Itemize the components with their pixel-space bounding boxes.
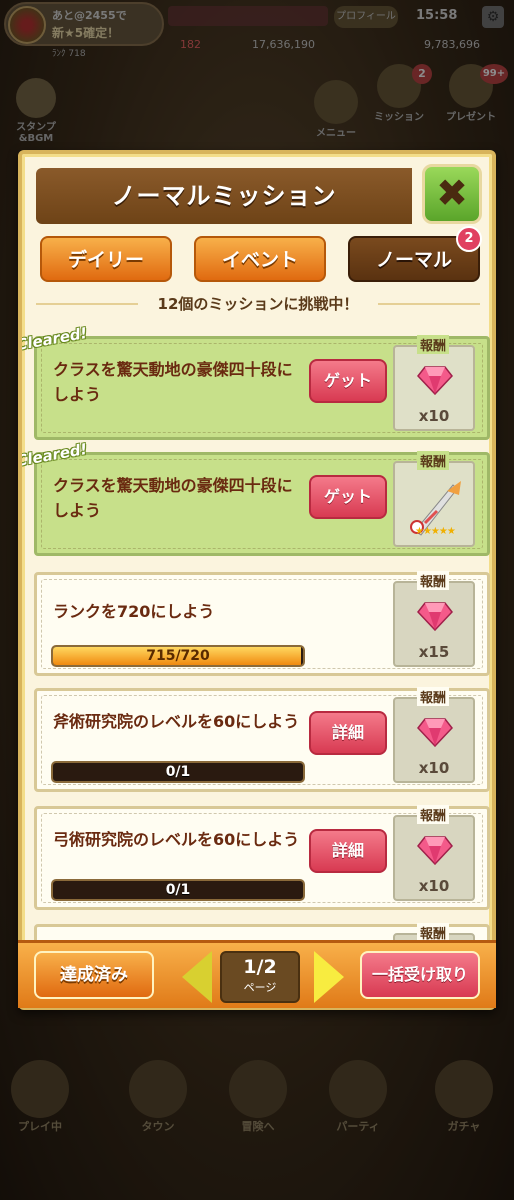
reward-qty: x10: [418, 407, 450, 425]
mission-card: ランクを720にしよう 715/720 報酬 x15: [34, 571, 490, 676]
close-button[interactable]: ✖: [422, 164, 482, 224]
reward-qty: x10: [418, 759, 450, 777]
reward-qty: x10: [418, 877, 450, 895]
mission-text: 弓術研究院のレベルを60にしよう: [53, 830, 300, 849]
mission-card: 弓術研究院のレベルを60にしよう 詳細 0/1 報酬 x10: [34, 805, 490, 910]
tab-normal-badge: 2: [456, 226, 482, 252]
mission-text: クラスを驚天動地の豪傑四十段にしよう: [53, 360, 293, 404]
reward-label: 報酬: [417, 451, 450, 470]
gem-icon: [417, 366, 453, 395]
gem-icon: [417, 836, 453, 865]
page-label: ページ: [243, 981, 277, 994]
mission-card: クラスを驚天動地の豪傑四十段にしよう ゲット 報酬 ★★★★★: [34, 451, 490, 556]
mission-card: クラスを驚天動地の豪傑四十段にしよう ゲット 報酬 x10: [34, 335, 490, 440]
reward-label: 報酬: [417, 571, 450, 590]
mission-text: ランクを720にしよう: [53, 602, 215, 621]
reward-box: 報酬 x10: [393, 335, 475, 431]
progress-text: 0/1: [165, 882, 191, 898]
details-button[interactable]: 詳細: [309, 711, 387, 755]
mission-count-text: 12個のミッションに挑戦中！: [137, 288, 379, 320]
tab-daily[interactable]: デイリー: [40, 236, 172, 282]
modal-title: ノーマルミッション: [111, 182, 337, 210]
modal-footer: 達成済み 1/2 ページ 一括受け取り: [18, 940, 496, 1008]
mission-text: クラスを驚天動地の豪傑四十段にしよう: [53, 476, 293, 520]
mission-modal: ノーマルミッション ✖ デイリー イベント ノーマル 2 12個のミッションに挑…: [18, 150, 496, 1010]
reward-box: 報酬 x10: [393, 687, 475, 783]
reward-label: 報酬: [417, 335, 450, 354]
details-button[interactable]: 詳細: [309, 829, 387, 873]
progress-text: 0/1: [165, 764, 191, 780]
reward-label: 報酬: [417, 805, 450, 824]
page-number: 1/2: [243, 956, 277, 978]
page-indicator: 1/2 ページ: [220, 951, 300, 1003]
progress-bar: 715/720: [51, 645, 305, 667]
tab-event[interactable]: イベント: [194, 236, 326, 282]
rarity-stars: ★★★★★: [415, 526, 456, 537]
reward-label: 報酬: [417, 687, 450, 706]
mission-count-ribbon: 12個のミッションに挑戦中！: [36, 288, 480, 320]
reward-box: 報酬 ★★★★★: [393, 451, 475, 547]
mission-text: 斧術研究院のレベルを60にしよう: [53, 712, 300, 731]
progress-text: 715/720: [146, 648, 210, 664]
modal-header: ノーマルミッション: [36, 168, 412, 224]
get-button[interactable]: ゲット: [309, 475, 387, 519]
gem-icon: [417, 602, 453, 631]
claim-all-button[interactable]: 一括受け取り: [360, 951, 480, 999]
next-page-arrow-icon[interactable]: [314, 951, 344, 1003]
mission-card: 斧術研究院のレベルを60にしよう 詳細 0/1 報酬 x10: [34, 687, 490, 792]
gem-icon: [417, 718, 453, 747]
reward-box: 報酬 x15: [393, 571, 475, 667]
prev-page-arrow-icon[interactable]: [182, 951, 212, 1003]
get-button[interactable]: ゲット: [309, 359, 387, 403]
progress-bar: 0/1: [51, 761, 305, 783]
completed-button[interactable]: 達成済み: [34, 951, 154, 999]
reward-qty: x15: [418, 643, 450, 661]
reward-box: 報酬 x10: [393, 805, 475, 901]
progress-bar: 0/1: [51, 879, 305, 901]
